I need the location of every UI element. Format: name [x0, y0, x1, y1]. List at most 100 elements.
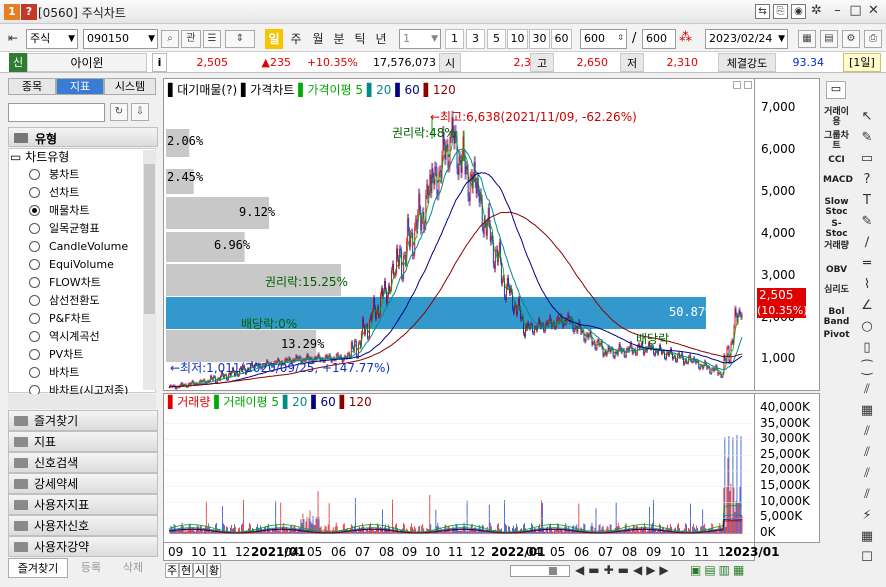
- drawing-tool-icon[interactable]: ▦: [857, 527, 877, 547]
- chart-type-item[interactable]: CandleVolume: [29, 238, 128, 255]
- radio-icon[interactable]: [29, 367, 40, 378]
- chart-type-item[interactable]: 삼선전환도: [29, 292, 100, 309]
- table-icon[interactable]: ▤: [820, 30, 838, 48]
- indicator-tool[interactable]: 그룹차트: [823, 131, 850, 151]
- camera-icon[interactable]: ◉: [791, 4, 806, 19]
- maximize-icon[interactable]: □: [848, 4, 863, 19]
- period-month[interactable]: 월: [309, 29, 327, 49]
- search-icon[interactable]: ⌕: [161, 30, 179, 48]
- radio-icon[interactable]: [29, 277, 40, 288]
- drawing-tool-icon[interactable]: ⫽: [857, 485, 877, 505]
- restore-icon[interactable]: ▭: [826, 81, 846, 99]
- print-icon[interactable]: ⎙: [864, 30, 882, 48]
- bottom-tab[interactable]: 시: [193, 563, 207, 578]
- bottom-tab[interactable]: 현: [179, 563, 193, 578]
- drawing-tool-icon[interactable]: ↖: [857, 107, 877, 127]
- drawing-tool-icon[interactable]: ▦: [857, 401, 877, 421]
- grid-icon[interactable]: ▦: [798, 30, 816, 48]
- section-header[interactable]: 유형: [8, 127, 158, 147]
- chart-type-item[interactable]: 봉차트: [29, 166, 79, 183]
- folder-group[interactable]: 지표: [8, 431, 158, 452]
- drawing-tool-icon[interactable]: ∠: [857, 296, 877, 316]
- count-input[interactable]: 600 ⇳: [580, 29, 627, 49]
- period-tick[interactable]: 틱: [351, 29, 369, 49]
- chart-type-item[interactable]: 바차트: [29, 364, 79, 381]
- tab-stock[interactable]: 종목: [8, 78, 56, 95]
- indicator-tool[interactable]: OBV: [823, 265, 850, 275]
- settings-icon[interactable]: ⚙: [842, 30, 860, 48]
- gwan-button[interactable]: 관: [181, 30, 201, 48]
- folder-group[interactable]: 즐겨찾기: [8, 410, 158, 431]
- radio-icon[interactable]: [29, 205, 40, 216]
- radio-icon[interactable]: [29, 187, 40, 198]
- chart-type-item[interactable]: 선차트: [29, 184, 79, 201]
- scrollbar-thumb[interactable]: [144, 164, 155, 314]
- interval-5[interactable]: 5: [487, 29, 506, 49]
- gear-icon[interactable]: ✲: [809, 4, 824, 19]
- chart-type-item[interactable]: PV차트: [29, 346, 83, 363]
- drawing-tool-icon[interactable]: ∕: [857, 233, 877, 253]
- bottom-tab-delete[interactable]: 삭제: [112, 558, 154, 578]
- refresh-icon[interactable]: ↻: [110, 103, 128, 121]
- tab-system[interactable]: 시스템: [104, 78, 156, 95]
- indicator-tool[interactable]: Pivot: [823, 330, 850, 340]
- updown-icon[interactable]: ⇕: [225, 30, 255, 48]
- period-value-select[interactable]: 1 ▼: [399, 29, 441, 49]
- period-day[interactable]: 일: [265, 29, 283, 49]
- indicator-tool[interactable]: MACD: [823, 175, 853, 185]
- download-icon[interactable]: ⇩: [131, 103, 149, 121]
- drawing-tool-icon[interactable]: ⫽: [857, 464, 877, 484]
- radio-icon[interactable]: [29, 313, 40, 324]
- drawing-tool-icon[interactable]: ✎: [857, 212, 877, 232]
- indicator-tool[interactable]: 거래이용: [823, 107, 850, 127]
- help-badge[interactable]: ?: [21, 4, 37, 20]
- drawing-tool-icon[interactable]: ?: [857, 170, 877, 190]
- drawing-tool-icon[interactable]: ○: [857, 317, 877, 337]
- zoom-slider[interactable]: [510, 565, 570, 577]
- drawing-tool-icon[interactable]: ⌇: [857, 275, 877, 295]
- drawing-tool-icon[interactable]: ⫽: [857, 422, 877, 442]
- tree-root[interactable]: ▭ 차트유형: [10, 148, 69, 165]
- adjust-icon[interactable]: ⁂: [679, 30, 692, 45]
- radio-icon[interactable]: [29, 259, 40, 270]
- window-number-badge[interactable]: 1: [4, 4, 20, 20]
- zoom-slider-thumb[interactable]: [549, 567, 557, 575]
- drawing-tool-icon[interactable]: ☐: [857, 548, 877, 568]
- folder-group[interactable]: 사용자신호: [8, 515, 158, 536]
- folder-group[interactable]: 사용자지표: [8, 494, 158, 515]
- scroll-controls-icon[interactable]: ◀▬✚▬◀▶▶: [575, 563, 673, 577]
- radio-icon[interactable]: [29, 223, 40, 234]
- chart-type-item[interactable]: 일목균형표: [29, 220, 100, 237]
- sync-icon[interactable]: ☰: [203, 30, 221, 48]
- indicator-tool[interactable]: CCI: [823, 155, 850, 165]
- interval-3[interactable]: 3: [466, 29, 485, 49]
- tree-hscrollbar[interactable]: [8, 394, 156, 409]
- drawing-tool-icon[interactable]: ⫽: [857, 443, 877, 463]
- radio-icon[interactable]: [29, 169, 40, 180]
- radio-icon[interactable]: [29, 331, 40, 342]
- date-input[interactable]: 2023/02/24 ▼: [705, 29, 788, 49]
- indicator-tool[interactable]: 심리도: [823, 285, 850, 295]
- tree-scrollbar[interactable]: [143, 150, 156, 390]
- bottom-tab[interactable]: 주: [165, 563, 179, 578]
- prev-next-icon[interactable]: ⇤: [8, 31, 18, 45]
- period-minute[interactable]: 분: [330, 29, 348, 49]
- period-year[interactable]: 년: [372, 29, 390, 49]
- chart-type-item[interactable]: P&F차트: [29, 310, 91, 327]
- info-icon[interactable]: i: [152, 53, 167, 72]
- drawing-tool-icon[interactable]: T: [857, 191, 877, 211]
- folder-group[interactable]: 강세약세: [8, 473, 158, 494]
- interval-30[interactable]: 30: [529, 29, 550, 49]
- minimize-icon[interactable]: –: [830, 4, 845, 19]
- period-week[interactable]: 주: [287, 29, 305, 49]
- volume-chart[interactable]: [163, 393, 755, 543]
- drawing-tool-icon[interactable]: ⚡: [857, 506, 877, 526]
- copy-icon[interactable]: ⎘: [773, 4, 788, 19]
- interval-1[interactable]: 1: [445, 29, 464, 49]
- market-select[interactable]: 주식 ▼: [26, 29, 78, 49]
- chart-close-icon[interactable]: [744, 81, 752, 89]
- link-icon[interactable]: ⇆: [755, 4, 770, 19]
- chart-type-item[interactable]: 역시계곡선: [29, 328, 100, 345]
- indicator-search-input[interactable]: [8, 103, 105, 122]
- radio-icon[interactable]: [29, 241, 40, 252]
